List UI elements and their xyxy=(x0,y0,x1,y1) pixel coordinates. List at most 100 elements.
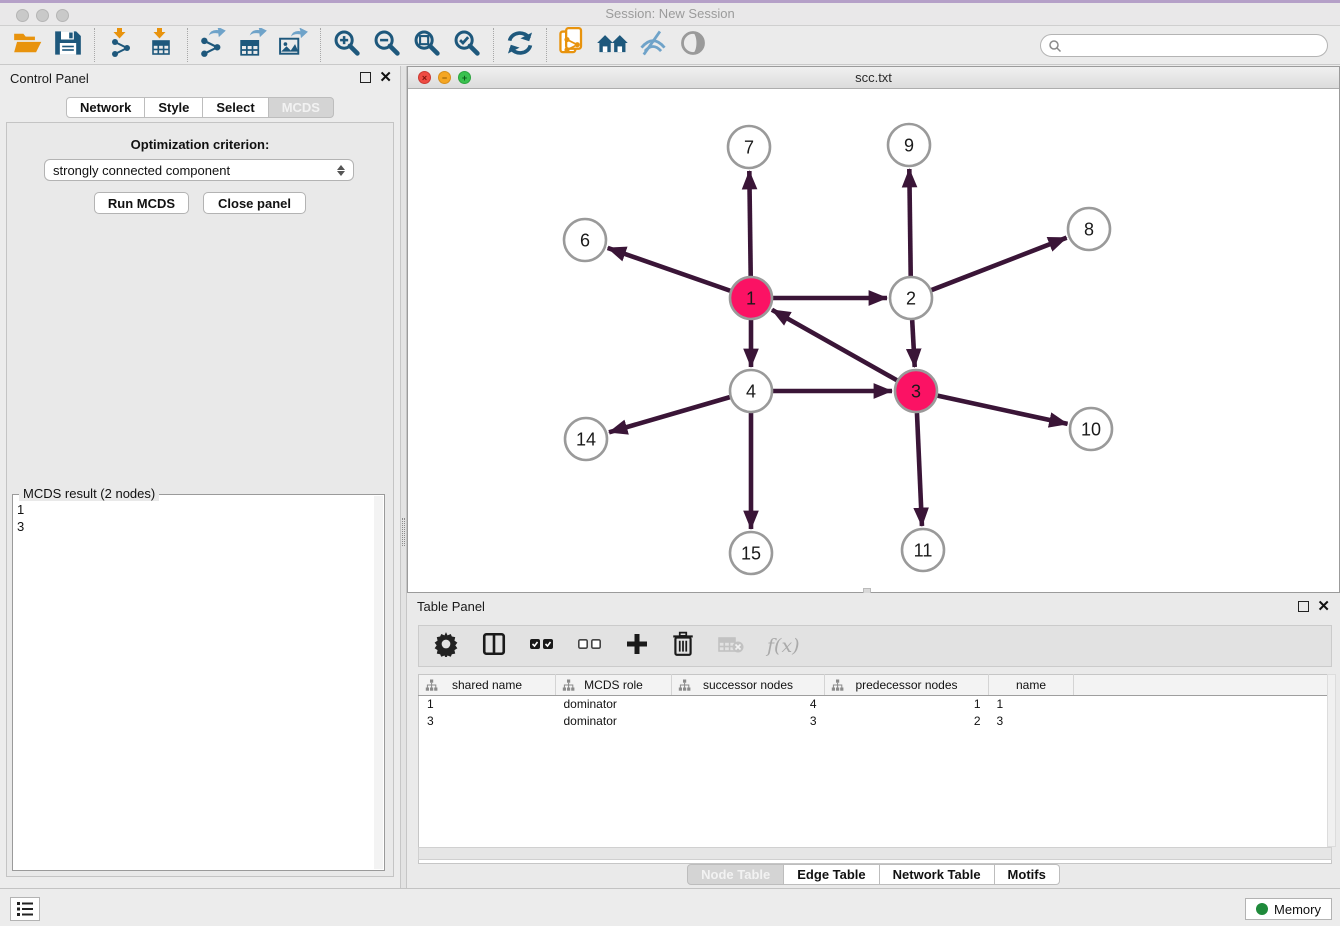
home-button[interactable] xyxy=(593,29,633,61)
add-row-icon xyxy=(625,632,649,661)
export-table-button[interactable] xyxy=(234,29,274,61)
import-network-button[interactable] xyxy=(101,29,141,61)
export-network-button[interactable] xyxy=(194,29,234,61)
zoom-out-button[interactable] xyxy=(367,29,407,61)
toolbar-separator xyxy=(546,28,547,62)
gear-button[interactable] xyxy=(433,632,459,660)
delete-row-button[interactable] xyxy=(671,632,695,660)
network-minimize-button[interactable]: − xyxy=(438,71,451,84)
edge-2-3[interactable] xyxy=(912,320,915,367)
memory-button[interactable]: Memory xyxy=(1245,898,1332,920)
node-label-1: 1 xyxy=(746,288,756,308)
cell[interactable]: 3 xyxy=(672,713,825,730)
close-panel-button[interactable]: Close panel xyxy=(203,192,306,214)
cell[interactable]: 3 xyxy=(989,713,1074,730)
export-image-button[interactable] xyxy=(274,29,314,61)
edge-1-6[interactable] xyxy=(608,248,731,291)
optimization-criterion-select[interactable]: strongly connected component xyxy=(44,159,354,181)
column-header-successor-nodes[interactable]: successor nodes xyxy=(672,675,825,696)
deselect-all-button[interactable] xyxy=(577,632,603,660)
network-canvas[interactable]: 7968124314101511 xyxy=(408,89,1339,592)
float-panel-icon[interactable] xyxy=(360,72,371,83)
zoom-in-button[interactable] xyxy=(327,29,367,61)
tab-motifs[interactable]: Motifs xyxy=(995,864,1060,885)
edge-4-14[interactable] xyxy=(609,397,730,432)
network-window-titlebar[interactable]: × − + scc.txt xyxy=(408,67,1339,89)
hide-style-icon xyxy=(638,29,668,62)
table-horizontal-scrollbar[interactable] xyxy=(418,847,1332,860)
edge-1-7[interactable] xyxy=(749,171,750,276)
refresh-button[interactable] xyxy=(500,29,540,61)
float-table-panel-icon[interactable] xyxy=(1298,601,1309,612)
tab-edge-table[interactable]: Edge Table xyxy=(784,864,879,885)
edge-2-9[interactable] xyxy=(909,169,910,276)
delete-table-icon xyxy=(717,634,745,659)
select-all-button[interactable] xyxy=(529,632,555,660)
import-table-icon xyxy=(147,28,175,63)
zoom-window-button[interactable] xyxy=(56,9,69,22)
cell[interactable]: 1 xyxy=(989,696,1074,713)
edge-3-1[interactable] xyxy=(772,310,897,380)
splitter-grip-icon[interactable] xyxy=(402,518,405,546)
task-history-button[interactable] xyxy=(10,897,40,921)
tab-select[interactable]: Select xyxy=(203,97,268,118)
mcds-result-scrollbar[interactable] xyxy=(374,496,383,869)
hide-style-button[interactable] xyxy=(633,29,673,61)
node-label-6: 6 xyxy=(580,230,590,250)
memory-status-icon xyxy=(1256,903,1268,915)
mcds-result-box: MCDS result (2 nodes) 1 3 xyxy=(12,494,385,871)
refresh-icon xyxy=(505,29,535,62)
node-label-3: 3 xyxy=(911,381,921,401)
column-label: name xyxy=(1016,678,1046,692)
network-maximize-button[interactable]: + xyxy=(458,71,471,84)
edge-3-11[interactable] xyxy=(917,413,922,526)
save-icon xyxy=(54,30,82,61)
column-header-MCDS-role[interactable]: MCDS role xyxy=(556,675,672,696)
cell[interactable]: dominator xyxy=(556,696,672,713)
show-view-button[interactable] xyxy=(673,29,713,61)
import-table-button[interactable] xyxy=(141,29,181,61)
columns-button[interactable] xyxy=(481,632,507,660)
open-folder-button[interactable] xyxy=(8,29,48,61)
mcds-result-text[interactable]: 1 3 xyxy=(17,501,24,535)
tab-style[interactable]: Style xyxy=(145,97,203,118)
zoom-in-icon xyxy=(332,28,362,63)
tab-node-table[interactable]: Node Table xyxy=(687,864,784,885)
tab-network[interactable]: Network xyxy=(66,97,145,118)
cell[interactable]: 2 xyxy=(825,713,989,730)
zoom-selected-button[interactable] xyxy=(447,29,487,61)
panel-splitter[interactable] xyxy=(400,66,407,888)
save-button[interactable] xyxy=(48,29,88,61)
cell[interactable]: 1 xyxy=(419,696,556,713)
column-label: shared name xyxy=(452,678,522,692)
minimize-window-button[interactable] xyxy=(36,9,49,22)
edge-3-10[interactable] xyxy=(937,396,1067,424)
close-window-button[interactable] xyxy=(16,9,29,22)
cell[interactable]: 4 xyxy=(672,696,825,713)
column-header-shared-name[interactable]: shared name xyxy=(419,675,556,696)
cell[interactable]: 3 xyxy=(419,713,556,730)
table-row[interactable]: 3dominator323 xyxy=(419,713,1332,730)
close-table-panel-icon[interactable]: ✕ xyxy=(1317,599,1330,614)
run-mcds-button[interactable]: Run MCDS xyxy=(94,192,189,214)
network-close-button[interactable]: × xyxy=(418,71,431,84)
table-row[interactable]: 1dominator411 xyxy=(419,696,1332,713)
table-vertical-scrollbar[interactable] xyxy=(1327,674,1336,847)
cell[interactable]: 1 xyxy=(825,696,989,713)
cell[interactable]: dominator xyxy=(556,713,672,730)
network-graph[interactable]: 7968124314101511 xyxy=(408,89,1339,592)
tab-network-table[interactable]: Network Table xyxy=(880,864,995,885)
column-header-name[interactable]: name xyxy=(989,675,1074,696)
export-image-icon xyxy=(279,28,309,63)
column-header-predecessor-nodes[interactable]: predecessor nodes xyxy=(825,675,989,696)
edge-2-8[interactable] xyxy=(932,238,1067,290)
search-input[interactable] xyxy=(1040,34,1328,57)
add-row-button[interactable] xyxy=(625,632,649,660)
show-view-icon xyxy=(679,29,707,62)
clone-network-button[interactable] xyxy=(553,29,593,61)
node-label-9: 9 xyxy=(904,135,914,155)
optimization-criterion-label: Optimization criterion: xyxy=(0,137,400,152)
tab-mcds[interactable]: MCDS xyxy=(269,97,334,118)
close-panel-icon[interactable]: ✕ xyxy=(379,70,392,85)
zoom-fit-button[interactable] xyxy=(407,29,447,61)
